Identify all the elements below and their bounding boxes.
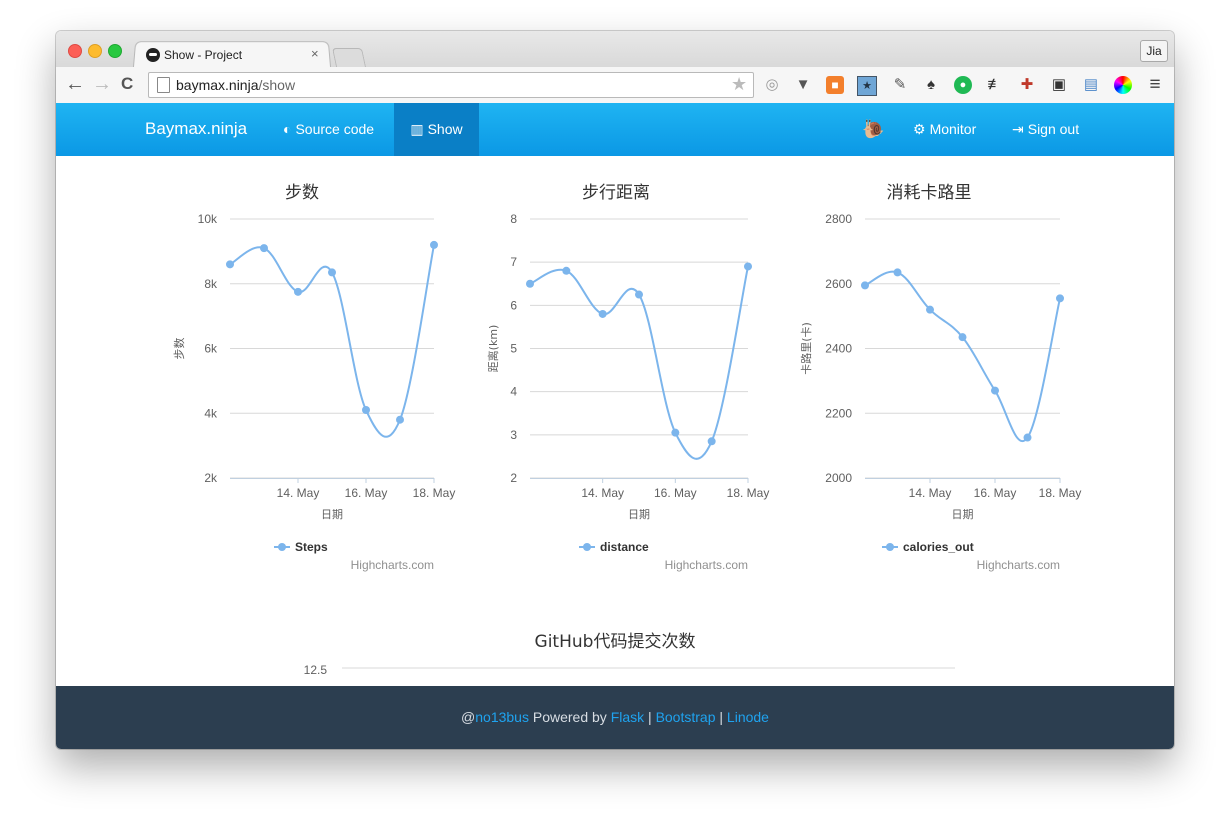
x-axis-title: 日期: [628, 508, 650, 521]
y-tick-label: 4: [510, 385, 517, 399]
y-tick-label: 3: [510, 428, 517, 442]
y-axis-title: 距离(km): [486, 325, 500, 373]
footer-powered-text: Powered by: [528, 709, 611, 725]
footer-separator: |: [644, 709, 656, 725]
data-point: [958, 333, 967, 342]
data-point: [396, 415, 404, 424]
data-point: [635, 290, 643, 299]
data-point: [1056, 294, 1064, 303]
y-tick-label: 12.5: [304, 663, 328, 677]
browser-window: Show - Project × Jia ← → C baymax.ninja/…: [56, 31, 1174, 749]
y-axis-title: 步数: [173, 338, 186, 360]
footer-separator: |: [715, 709, 727, 725]
x-tick-label: 14. May: [909, 486, 952, 500]
y-tick-label: 2400: [825, 342, 852, 356]
footer: @no13bus Powered by Flask | Bootstrap | …: [56, 686, 1174, 749]
x-tick-label: 14. May: [277, 486, 320, 500]
data-point: [562, 266, 571, 275]
x-tick-label: 18. May: [1039, 486, 1082, 500]
series-line: [864, 270, 1061, 442]
y-tick-label: 8k: [204, 277, 218, 291]
legend-label: calories_out: [903, 540, 974, 554]
chart-title: GitHub代码提交次数: [535, 632, 696, 652]
footer-bootstrap-link[interactable]: Bootstrap: [656, 709, 716, 725]
data-point: [430, 240, 438, 249]
data-point: [260, 244, 268, 253]
y-tick-label: 4k: [204, 406, 218, 420]
chart-title: 消耗卡路里: [887, 183, 972, 203]
data-point: [526, 279, 534, 288]
footer-at: @: [461, 709, 476, 725]
x-tick-label: 18. May: [413, 486, 456, 500]
y-tick-label: 2000: [825, 471, 852, 485]
x-axis-title: 日期: [321, 508, 343, 521]
data-point: [926, 305, 934, 314]
data-point: [707, 437, 716, 446]
y-tick-label: 5: [510, 342, 517, 356]
data-point: [991, 386, 999, 395]
footer-flask-link[interactable]: Flask: [611, 709, 644, 725]
legend-label: distance: [600, 540, 649, 554]
x-tick-label: 18. May: [727, 486, 770, 500]
legend-marker: [278, 543, 286, 551]
data-point: [861, 281, 869, 290]
footer-linode-link[interactable]: Linode: [727, 709, 769, 725]
y-tick-label: 7: [510, 255, 517, 269]
x-tick-label: 14. May: [581, 486, 624, 500]
data-point: [671, 428, 680, 437]
data-point: [226, 260, 234, 269]
legend-marker: [886, 543, 894, 551]
chart-credit: Highcharts.com: [351, 558, 434, 572]
y-tick-label: 10k: [198, 212, 218, 226]
y-tick-label: 8: [510, 212, 517, 226]
data-point: [294, 287, 302, 296]
chart-credit: Highcharts.com: [665, 558, 748, 572]
data-point: [328, 268, 336, 277]
y-tick-label: 6k: [204, 342, 218, 356]
y-tick-label: 6: [510, 298, 517, 312]
data-point: [362, 406, 370, 415]
data-point: [598, 309, 607, 318]
chart-title: 步行距离: [582, 183, 650, 203]
y-tick-label: 2200: [825, 406, 852, 420]
x-tick-label: 16. May: [974, 486, 1017, 500]
footer-user-link[interactable]: no13bus: [475, 709, 529, 725]
data-point: [744, 262, 752, 271]
y-axis-title: 卡路里(卡): [800, 322, 813, 375]
y-tick-label: 2800: [825, 212, 852, 226]
legend-marker: [583, 543, 591, 551]
y-tick-label: 2: [510, 471, 517, 485]
chart-credit: Highcharts.com: [977, 558, 1060, 572]
y-tick-label: 2k: [204, 471, 218, 485]
data-point: [893, 268, 902, 277]
x-axis-title: 日期: [952, 508, 974, 521]
chart-title: 步数: [285, 183, 319, 203]
x-tick-label: 16. May: [345, 486, 388, 500]
charts-area: 步数 2k 4k 6k 8k 10k 14. May 16. May 18. May 日期 步数 St…: [173, 183, 1082, 677]
y-tick-label: 2600: [825, 277, 852, 291]
x-tick-label: 16. May: [654, 486, 697, 500]
legend-label: Steps: [295, 540, 328, 554]
data-point: [1023, 433, 1032, 442]
